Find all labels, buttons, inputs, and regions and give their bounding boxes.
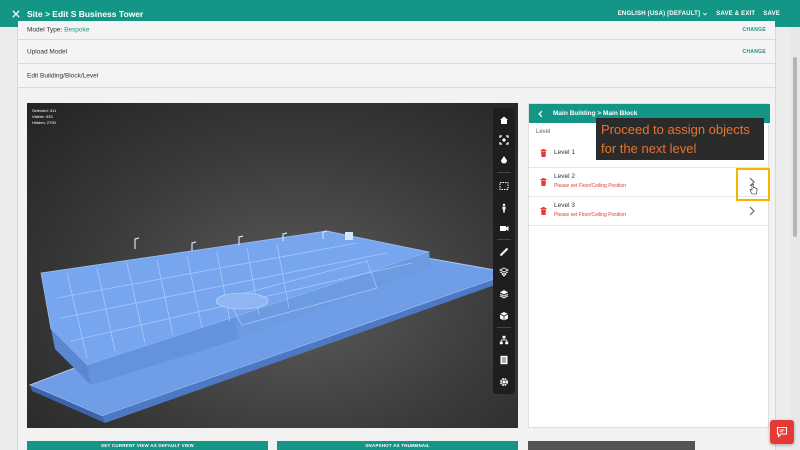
tutorial-callout: Proceed to assign objects for the next l… (596, 118, 764, 160)
fit-view-icon[interactable] (493, 130, 515, 150)
toolbar-divider (497, 172, 511, 173)
delete-icon[interactable] (540, 149, 547, 157)
toolbar-divider (497, 327, 511, 328)
set-default-view-button[interactable]: SET CURRENT VIEW AS DEFAULT VIEW (27, 441, 268, 450)
level-column-header: Level (536, 129, 551, 135)
panel-breadcrumb: Main Building > Main Block (553, 110, 638, 117)
language-label: ENGLISH (USA) [DEFAULT] (617, 10, 701, 17)
home-icon[interactable] (493, 110, 515, 130)
save-button[interactable]: SAVE (763, 11, 780, 17)
upload-model-row: Upload Model CHANGE (18, 40, 775, 64)
panel-bottom-button[interactable] (528, 441, 695, 450)
toolbar-divider (497, 239, 511, 240)
tree-icon[interactable] (493, 330, 515, 350)
edit-building-row: Edit Building/Block/Level (18, 64, 775, 88)
delete-icon[interactable] (540, 178, 547, 186)
cube-icon[interactable] (493, 306, 515, 326)
change-upload-model-button[interactable]: CHANGE (743, 49, 766, 55)
viewer-toolbar (493, 108, 515, 394)
camera-icon[interactable] (493, 218, 515, 238)
layers-icon[interactable] (493, 284, 515, 304)
edit-building-label: Edit Building/Block/Level (27, 72, 99, 79)
settings-icon[interactable] (493, 372, 515, 392)
save-and-exit-button[interactable]: SAVE & EXIT (716, 11, 755, 17)
model-type-value: Bespoke (64, 26, 90, 34)
level-name: Level 3 (554, 202, 575, 209)
building-model[interactable] (27, 103, 518, 428)
measure-icon[interactable] (493, 242, 515, 262)
close-icon[interactable] (9, 7, 23, 21)
change-model-type-button[interactable]: CHANGE (743, 27, 766, 33)
person-icon[interactable] (493, 198, 515, 218)
snapshot-thumbnail-button[interactable]: SNAPSHOT AS THUMBNAIL (277, 441, 518, 450)
level-row-2[interactable]: Level 2 Please set Floor/Ceiling Positio… (529, 168, 770, 197)
level-row-3[interactable]: Level 3 Please set Floor/Ceiling Positio… (529, 197, 770, 226)
feedback-button[interactable] (770, 420, 794, 444)
scrollbar-thumb[interactable] (793, 57, 797, 237)
page-scrollbar[interactable] (790, 27, 800, 450)
chevron-down-icon (703, 12, 708, 15)
delete-icon[interactable] (540, 207, 547, 215)
language-selector[interactable]: ENGLISH (USA) [DEFAULT] (618, 11, 708, 17)
chevron-right-icon[interactable] (748, 206, 756, 216)
properties-icon[interactable] (493, 350, 515, 370)
level-warning: Please set Floor/Ceiling Position (554, 212, 626, 218)
upload-model-label: Upload Model (27, 48, 68, 55)
level-name: Level 1 (554, 149, 575, 156)
model-viewer[interactable]: Selected: 311 Visible: 933 Hidden: 2790 (27, 103, 518, 428)
back-arrow-icon[interactable] (537, 110, 544, 118)
section-icon[interactable] (493, 150, 515, 170)
model-type-row: Model Type: Bespoke CHANGE (18, 21, 775, 40)
chat-icon (776, 426, 788, 438)
model-type-label: Model Type: Bespoke (27, 26, 90, 34)
hand-cursor-icon (749, 184, 758, 195)
page-title: Site > Edit S Business Tower (27, 8, 144, 19)
box-select-icon[interactable] (493, 176, 515, 196)
level-name: Level 2 (554, 173, 575, 180)
explode-icon[interactable] (493, 262, 515, 282)
level-warning: Please set Floor/Ceiling Position (554, 183, 626, 189)
